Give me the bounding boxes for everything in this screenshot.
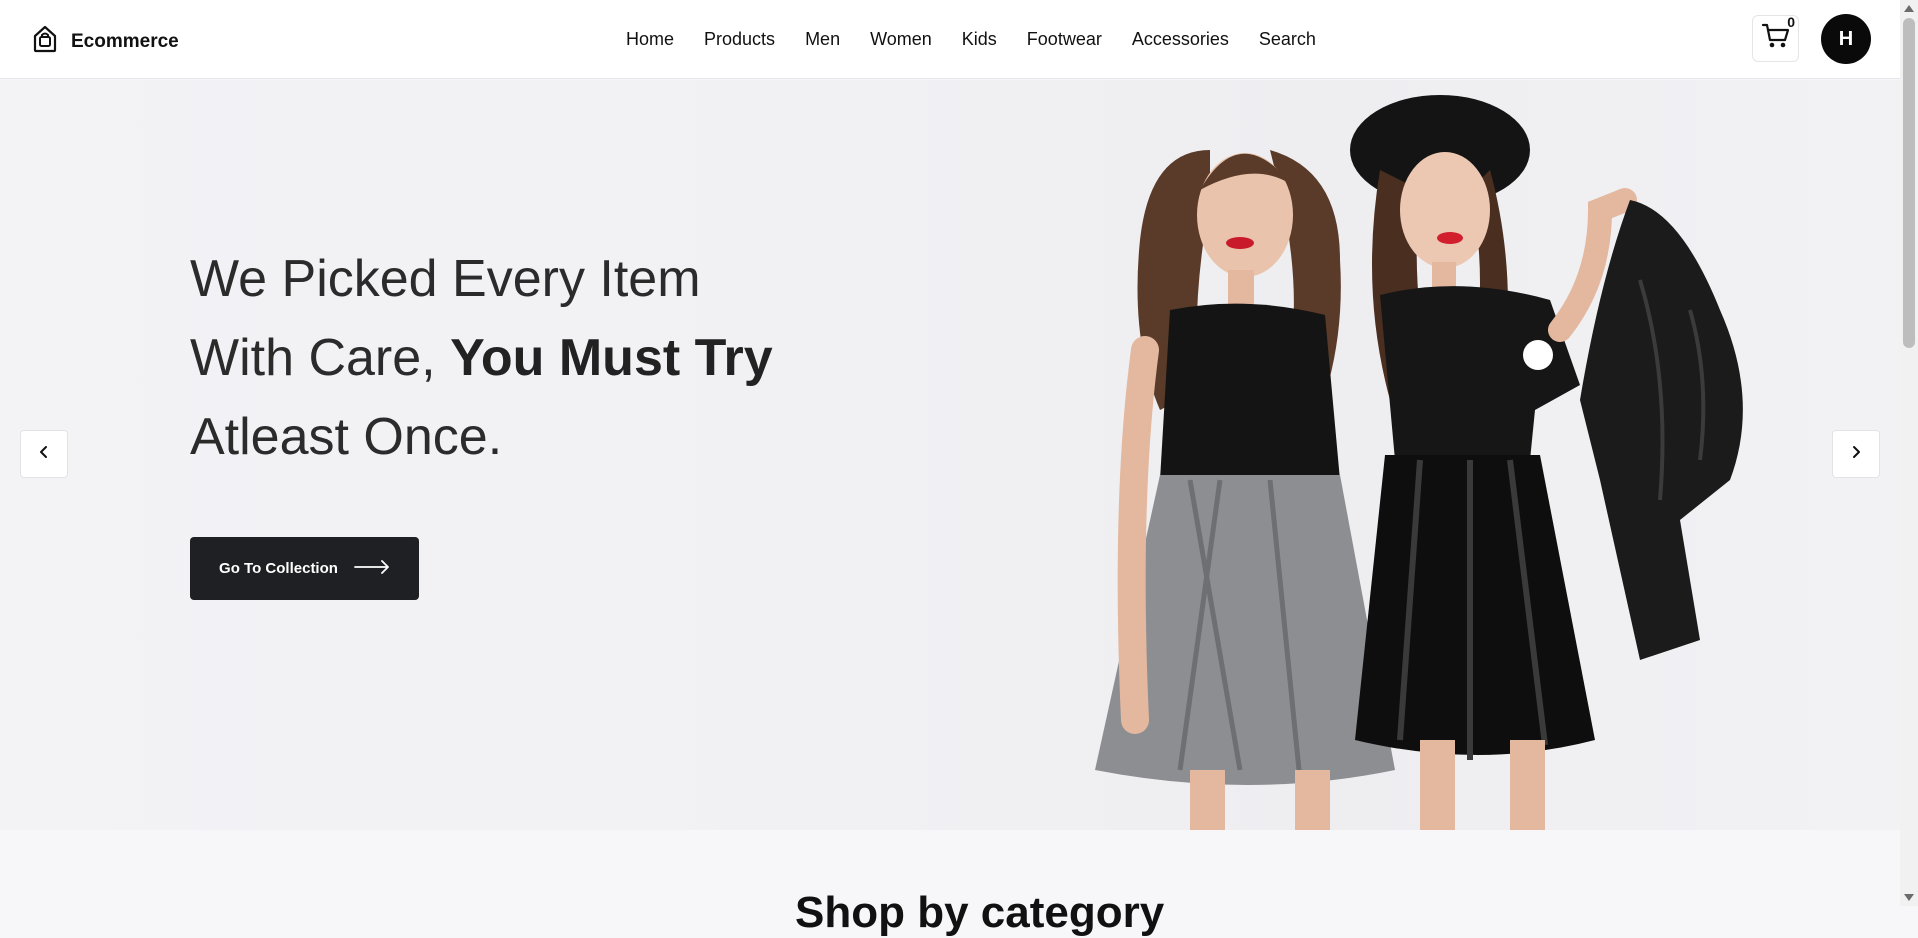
nav-search[interactable]: Search bbox=[1259, 29, 1316, 50]
chevron-right-icon bbox=[1850, 445, 1862, 464]
prev-slide-button[interactable] bbox=[20, 430, 68, 478]
nav-men[interactable]: Men bbox=[805, 29, 840, 50]
nav-kids[interactable]: Kids bbox=[962, 29, 997, 50]
shopping-bag-icon bbox=[31, 24, 59, 59]
section-title: Shop by category bbox=[795, 888, 1165, 937]
nav-accessories[interactable]: Accessories bbox=[1132, 29, 1229, 50]
hero-line-2-regular: With Care, bbox=[190, 329, 451, 387]
hero-title: We Picked Every Item With Care, You Must… bbox=[190, 240, 773, 477]
main-nav: Home Products Men Women Kids Footwear Ac… bbox=[626, 29, 1346, 50]
hero-image bbox=[1095, 95, 1743, 830]
scroll-thumb[interactable] bbox=[1903, 18, 1915, 348]
arrow-right-icon bbox=[354, 559, 390, 578]
go-to-collection-button[interactable]: Go To Collection bbox=[190, 537, 419, 600]
nav-home[interactable]: Home bbox=[626, 29, 674, 50]
nav-women[interactable]: Women bbox=[870, 29, 932, 50]
brand-name: Ecommerce bbox=[71, 30, 179, 52]
cart-count-badge: 0 bbox=[1787, 14, 1795, 30]
scroll-down-arrow[interactable] bbox=[1904, 894, 1914, 901]
hero-line-3: Atleast Once. bbox=[190, 408, 503, 466]
cart-icon bbox=[1761, 22, 1791, 55]
hero-line-2-bold: You Must Try bbox=[450, 329, 773, 387]
brand[interactable]: Ecommerce bbox=[31, 24, 179, 59]
next-slide-button[interactable] bbox=[1832, 430, 1880, 478]
hero-banner: We Picked Every Item With Care, You Must… bbox=[0, 80, 1900, 830]
cta-label: Go To Collection bbox=[219, 560, 338, 577]
nav-footwear[interactable]: Footwear bbox=[1027, 29, 1102, 50]
hero-line-2: With Care, You Must Try bbox=[190, 319, 773, 398]
hero-line-1: We Picked Every Item bbox=[190, 250, 701, 308]
chevron-left-icon bbox=[38, 445, 50, 464]
site-header: Ecommerce Home Products Men Women Kids F… bbox=[0, 0, 1900, 79]
user-avatar[interactable]: H bbox=[1821, 14, 1871, 64]
scroll-up-arrow[interactable] bbox=[1904, 5, 1914, 12]
cart-button[interactable]: 0 bbox=[1752, 14, 1799, 62]
page-scrollbar[interactable] bbox=[1900, 0, 1918, 906]
nav-products[interactable]: Products bbox=[704, 29, 775, 50]
slide-indicator-dot[interactable] bbox=[1523, 340, 1553, 370]
